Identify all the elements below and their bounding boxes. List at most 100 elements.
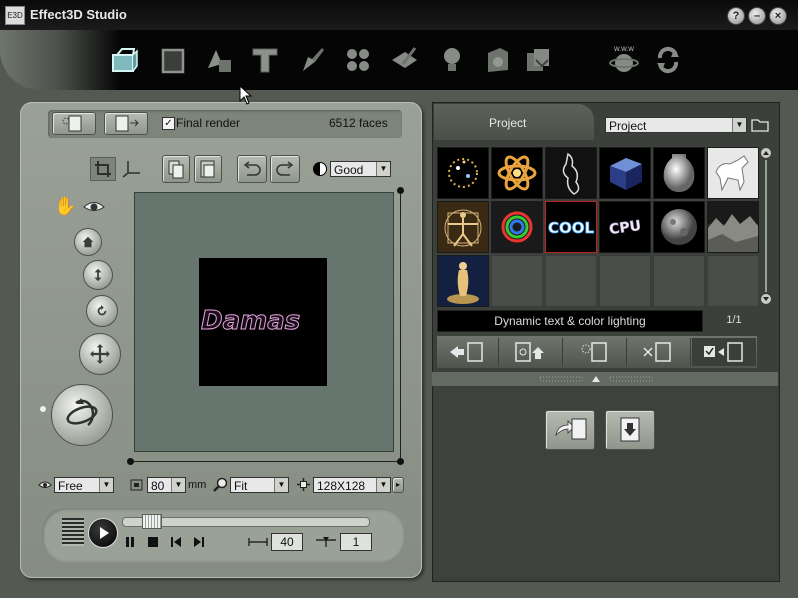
orbit-control[interactable] (51, 384, 113, 446)
move-all-button[interactable] (79, 333, 121, 375)
new-document-icon (581, 342, 607, 362)
close-button[interactable]: × (769, 7, 787, 25)
import-icon[interactable] (521, 43, 555, 77)
folder-icon[interactable] (751, 117, 769, 133)
thumbnail-empty-slot (491, 255, 543, 307)
resolution-select[interactable]: 128X128 ▼ (313, 477, 391, 493)
thumbnail-item[interactable] (545, 147, 597, 199)
tab-project[interactable]: Project (434, 104, 594, 140)
stop-button[interactable] (147, 535, 159, 547)
rocky-landscape-icon (708, 202, 758, 252)
save-button[interactable] (605, 410, 655, 450)
new-scene-button[interactable] (52, 112, 96, 135)
collapse-arrow-icon (539, 376, 653, 382)
face-count: 6512 faces (329, 116, 388, 130)
add-item-button[interactable] (500, 338, 563, 366)
thumbnail-item[interactable] (437, 255, 489, 307)
quality-select[interactable]: Good ▼ (330, 161, 391, 177)
skip-back-icon (171, 537, 181, 547)
timeline-slider-thumb[interactable] (142, 514, 163, 529)
shapes-icon[interactable] (203, 43, 237, 77)
thumbnail-item[interactable] (437, 201, 489, 253)
object-icon[interactable] (107, 43, 141, 77)
chevron-down-icon: ▼ (376, 478, 390, 492)
share-document-icon (555, 418, 587, 440)
delete-item-button[interactable] (628, 338, 691, 366)
refresh-icon[interactable] (651, 43, 685, 77)
ruler-handle-top[interactable] (397, 187, 404, 194)
venus-statue-icon (447, 262, 479, 304)
frame-icon[interactable] (155, 43, 189, 77)
material-icon[interactable] (295, 43, 329, 77)
web-icon[interactable]: W.W.W (607, 43, 641, 77)
thumbnail-item[interactable] (491, 201, 543, 253)
home-view-button[interactable] (74, 228, 102, 256)
settings-icon[interactable] (481, 43, 515, 77)
step-icon (315, 535, 337, 547)
rotate-button[interactable] (86, 295, 118, 327)
size-select[interactable]: 80 ▼ (147, 477, 186, 493)
redo-button[interactable] (270, 155, 300, 183)
thumbnail-scrollbar[interactable] (760, 147, 772, 305)
eye-icon[interactable] (82, 196, 106, 216)
copy-button[interactable] (162, 155, 190, 183)
minimize-button[interactable]: – (748, 7, 766, 25)
render-text: Damas (200, 306, 301, 337)
thumbnail-item[interactable]: COOL (545, 201, 597, 253)
new-item-button[interactable] (564, 338, 627, 366)
thumbnail-item[interactable] (707, 201, 759, 253)
export-button[interactable] (545, 410, 595, 450)
crop-icon[interactable] (90, 157, 116, 181)
zoom-select[interactable]: Fit ▼ (230, 477, 289, 493)
axis-icon[interactable] (120, 157, 144, 179)
thumbnail-item[interactable] (707, 147, 759, 199)
horizontal-ruler (130, 461, 400, 462)
tab-project-label: Project (489, 116, 527, 130)
category-select[interactable]: Project ▼ (605, 117, 747, 133)
atom-icon (497, 155, 537, 191)
paste-button[interactable] (194, 155, 222, 183)
render-preview[interactable]: Damas (199, 258, 327, 386)
final-render-checkbox[interactable]: ✓ (162, 117, 175, 130)
chevron-down-icon: ▼ (376, 162, 390, 176)
replace-scene-button[interactable] (104, 112, 148, 135)
particles-icon[interactable] (341, 43, 375, 77)
blue-cube-icon (610, 158, 642, 190)
load-item-button[interactable] (440, 338, 499, 366)
view-mode-select[interactable]: Free ▼ (54, 477, 114, 493)
ruler-handle-left[interactable] (127, 458, 134, 465)
help-button[interactable]: ? (727, 7, 745, 25)
resolution-apply-button[interactable]: ▸ (392, 477, 404, 493)
chevron-down-icon: ▼ (171, 478, 185, 492)
ruler-handle-right[interactable] (397, 458, 404, 465)
paint-icon[interactable] (388, 43, 422, 77)
thumbnail-item[interactable]: CPU (599, 201, 651, 253)
thumbnail-item[interactable] (653, 147, 705, 199)
document-up-arrow-icon (515, 342, 544, 362)
thumbnail-item[interactable] (437, 147, 489, 199)
move-vertical-button[interactable] (83, 260, 113, 290)
import-item-button[interactable] (692, 338, 756, 366)
four-way-arrows-icon (90, 344, 110, 364)
pause-button[interactable] (124, 535, 136, 547)
light-icon[interactable] (435, 43, 469, 77)
moon-sphere-icon (661, 209, 697, 245)
thumbnail-item[interactable] (599, 147, 651, 199)
undo-button[interactable] (237, 155, 267, 183)
play-button[interactable] (88, 518, 118, 548)
frames-input[interactable]: 40 (271, 533, 303, 551)
thumbnail-item[interactable] (491, 147, 543, 199)
size-icon (129, 478, 144, 492)
paste-icon (200, 160, 215, 178)
forward-button[interactable] (193, 535, 205, 547)
text-3d-icon[interactable] (248, 43, 282, 77)
home-icon (82, 236, 94, 248)
thumbnail-item[interactable] (653, 201, 705, 253)
skip-forward-icon (194, 537, 204, 547)
panel-divider[interactable] (432, 372, 778, 386)
app-icon[interactable]: E3D (5, 6, 25, 25)
step-input[interactable]: 1 (340, 533, 372, 551)
item-description: Dynamic text & color lighting (437, 310, 703, 332)
rewind-button[interactable] (170, 535, 182, 547)
hand-pan-icon[interactable]: ✋ (54, 196, 76, 216)
